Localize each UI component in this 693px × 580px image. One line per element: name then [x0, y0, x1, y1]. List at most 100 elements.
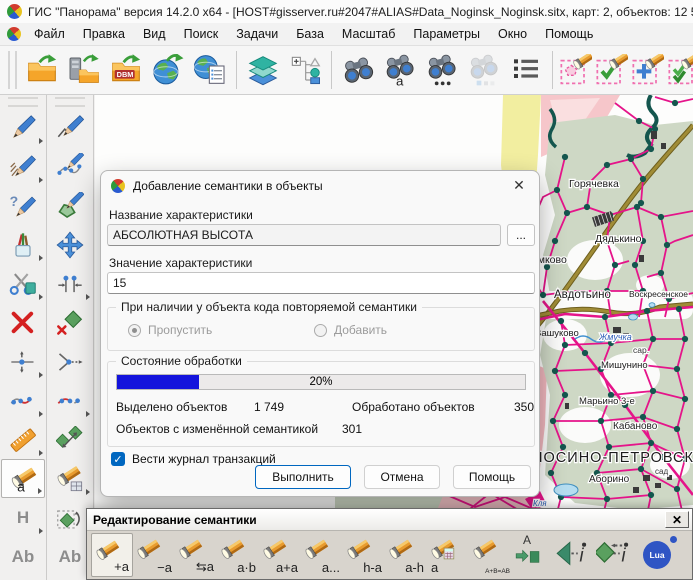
delete-object-part-button[interactable]: [48, 303, 92, 342]
window-titlebar[interactable]: ГИС "Панорама" версия 14.2.0 x64 - [HOST…: [0, 0, 693, 23]
button-label: a: [431, 560, 438, 575]
dropdown-caret-icon: [39, 138, 43, 144]
semantics-parameters-button[interactable]: [48, 459, 92, 498]
apply-semantics-selected-button[interactable]: [666, 48, 693, 92]
select-area-semantics-button[interactable]: [558, 48, 594, 92]
run-button[interactable]: Выполнить: [255, 465, 351, 489]
object-list-button[interactable]: [505, 48, 547, 92]
search-advanced-button[interactable]: [421, 48, 463, 92]
open-server-map-button[interactable]: [63, 48, 105, 92]
pencil-polygon-icon: [56, 192, 84, 220]
characteristic-name-field[interactable]: АБСОЛЮТНАЯ ВЫСОТА: [107, 224, 501, 246]
legend-tree-icon: [289, 54, 321, 86]
add-semantics-to-selected-button[interactable]: [630, 48, 666, 92]
button-label: h-a: [363, 560, 382, 575]
edit-toolbar-column-1: ?: [0, 95, 47, 580]
help-button[interactable]: Помощь: [453, 465, 531, 489]
move-point-button[interactable]: [1, 342, 45, 381]
height-tool-button[interactable]: H: [1, 498, 45, 537]
dropdown-caret-icon: [38, 488, 42, 494]
repeat-group-title: При наличии у объекта кода повторяемой с…: [116, 300, 422, 314]
open-internet-map-button[interactable]: [147, 48, 189, 92]
menu-tasks[interactable]: Задачи: [227, 25, 287, 43]
semantics-list-button[interactable]: a...: [301, 533, 343, 577]
copy-semantics-from-object-button[interactable]: i: [553, 533, 595, 577]
toolbar-grip[interactable]: [8, 51, 17, 89]
menu-parameters[interactable]: Параметры: [404, 25, 489, 43]
dialog-close-button[interactable]: ✕: [505, 173, 533, 198]
calculate-semantics-button[interactable]: a: [427, 533, 469, 577]
menu-view[interactable]: Вид: [134, 25, 175, 43]
menu-file[interactable]: Файл: [25, 25, 74, 43]
letter-ab-icon: Ab: [12, 547, 35, 567]
dropdown-caret-icon: [39, 411, 43, 417]
letter-h-icon: H: [17, 508, 29, 528]
copy-semantics-button[interactable]: a·b: [217, 533, 259, 577]
continue-line-button[interactable]: [48, 342, 92, 381]
merge-semantics-button[interactable]: a+a: [259, 533, 301, 577]
semantics-to-object-button[interactable]: A: [511, 533, 553, 577]
characteristic-value-input[interactable]: 15: [107, 272, 535, 294]
object-appearance-button[interactable]: [1, 225, 45, 264]
app-menu-icon[interactable]: [7, 27, 21, 41]
edit-point-button[interactable]: [1, 381, 45, 420]
svg-text:a: a: [396, 73, 404, 86]
menu-help[interactable]: Помощь: [536, 25, 602, 43]
menu-database[interactable]: База: [287, 25, 333, 43]
panel-close-button[interactable]: ✕: [665, 511, 689, 528]
close-icon: ✕: [672, 513, 682, 527]
delete-object-button[interactable]: [1, 303, 45, 342]
add-semantics-button[interactable]: +a: [91, 533, 133, 577]
copy-semantics-to-objects-button[interactable]: i: [595, 533, 637, 577]
search-continue-button[interactable]: [463, 48, 505, 92]
create-smooth-line-button[interactable]: [48, 147, 92, 186]
toolbar-grip[interactable]: [55, 97, 85, 107]
dialog-titlebar[interactable]: Добавление семантики в объекты: [101, 171, 539, 201]
menu-scale[interactable]: Масштаб: [333, 25, 404, 43]
align-points-button[interactable]: [48, 264, 92, 303]
apply-semantics-button[interactable]: [594, 48, 630, 92]
align-points-icon: [56, 270, 84, 298]
menu-window[interactable]: Окно: [489, 25, 536, 43]
toolbar-grip[interactable]: [8, 97, 38, 107]
progress-bar: 20%: [116, 374, 526, 390]
open-map-button[interactable]: [21, 48, 63, 92]
add-semantics-tool-button[interactable]: a: [1, 459, 45, 498]
create-polygon-button[interactable]: [48, 186, 92, 225]
lua-script-button[interactable]: Lua: [637, 533, 679, 577]
copy-semantics-arrow-icon: i: [554, 536, 592, 574]
measure-ruler-button[interactable]: [1, 420, 45, 459]
letter-ab-icon: Ab: [59, 547, 82, 567]
search-by-name-button[interactable]: a: [379, 48, 421, 92]
journal-checkbox[interactable]: ✓: [111, 452, 125, 466]
create-line-button[interactable]: [48, 108, 92, 147]
semantics-to-height-button[interactable]: a-h: [385, 533, 427, 577]
web-service-list-button[interactable]: [189, 48, 231, 92]
menu-edit[interactable]: Правка: [74, 25, 134, 43]
create-object-button[interactable]: [1, 108, 45, 147]
browse-button[interactable]: ...: [507, 224, 535, 246]
map-legend-button[interactable]: [284, 48, 326, 92]
move-object-button[interactable]: [48, 225, 92, 264]
processing-state-group: Состояние обработки 20% Выделено объекто…: [107, 361, 535, 447]
create-query-button[interactable]: ?: [1, 186, 45, 225]
dropdown-caret-icon: [86, 411, 90, 417]
cancel-button[interactable]: Отмена: [364, 465, 440, 489]
replace-semantics-button[interactable]: ⇆a: [175, 533, 217, 577]
text-tool-button[interactable]: Ab: [1, 537, 45, 576]
map-label: Кабаново: [613, 420, 658, 432]
panel-titlebar[interactable]: Редактирование семантики ✕: [87, 509, 692, 531]
layer-list-button[interactable]: [242, 48, 284, 92]
help-button-label: Помощь: [469, 470, 515, 484]
height-to-semantics-button[interactable]: h-a: [343, 533, 385, 577]
concat-semantics-button[interactable]: A+B=AB: [469, 533, 511, 577]
menu-search[interactable]: Поиск: [175, 25, 228, 43]
dialog-logo-icon: [111, 179, 125, 193]
cut-object-button[interactable]: [1, 264, 45, 303]
smooth-line-button[interactable]: [48, 381, 92, 420]
create-relief-button[interactable]: [1, 147, 45, 186]
search-button[interactable]: [337, 48, 379, 92]
swap-objects-button[interactable]: [48, 420, 92, 459]
open-database-map-button[interactable]: DBM: [105, 48, 147, 92]
remove-semantics-button[interactable]: −a: [133, 533, 175, 577]
